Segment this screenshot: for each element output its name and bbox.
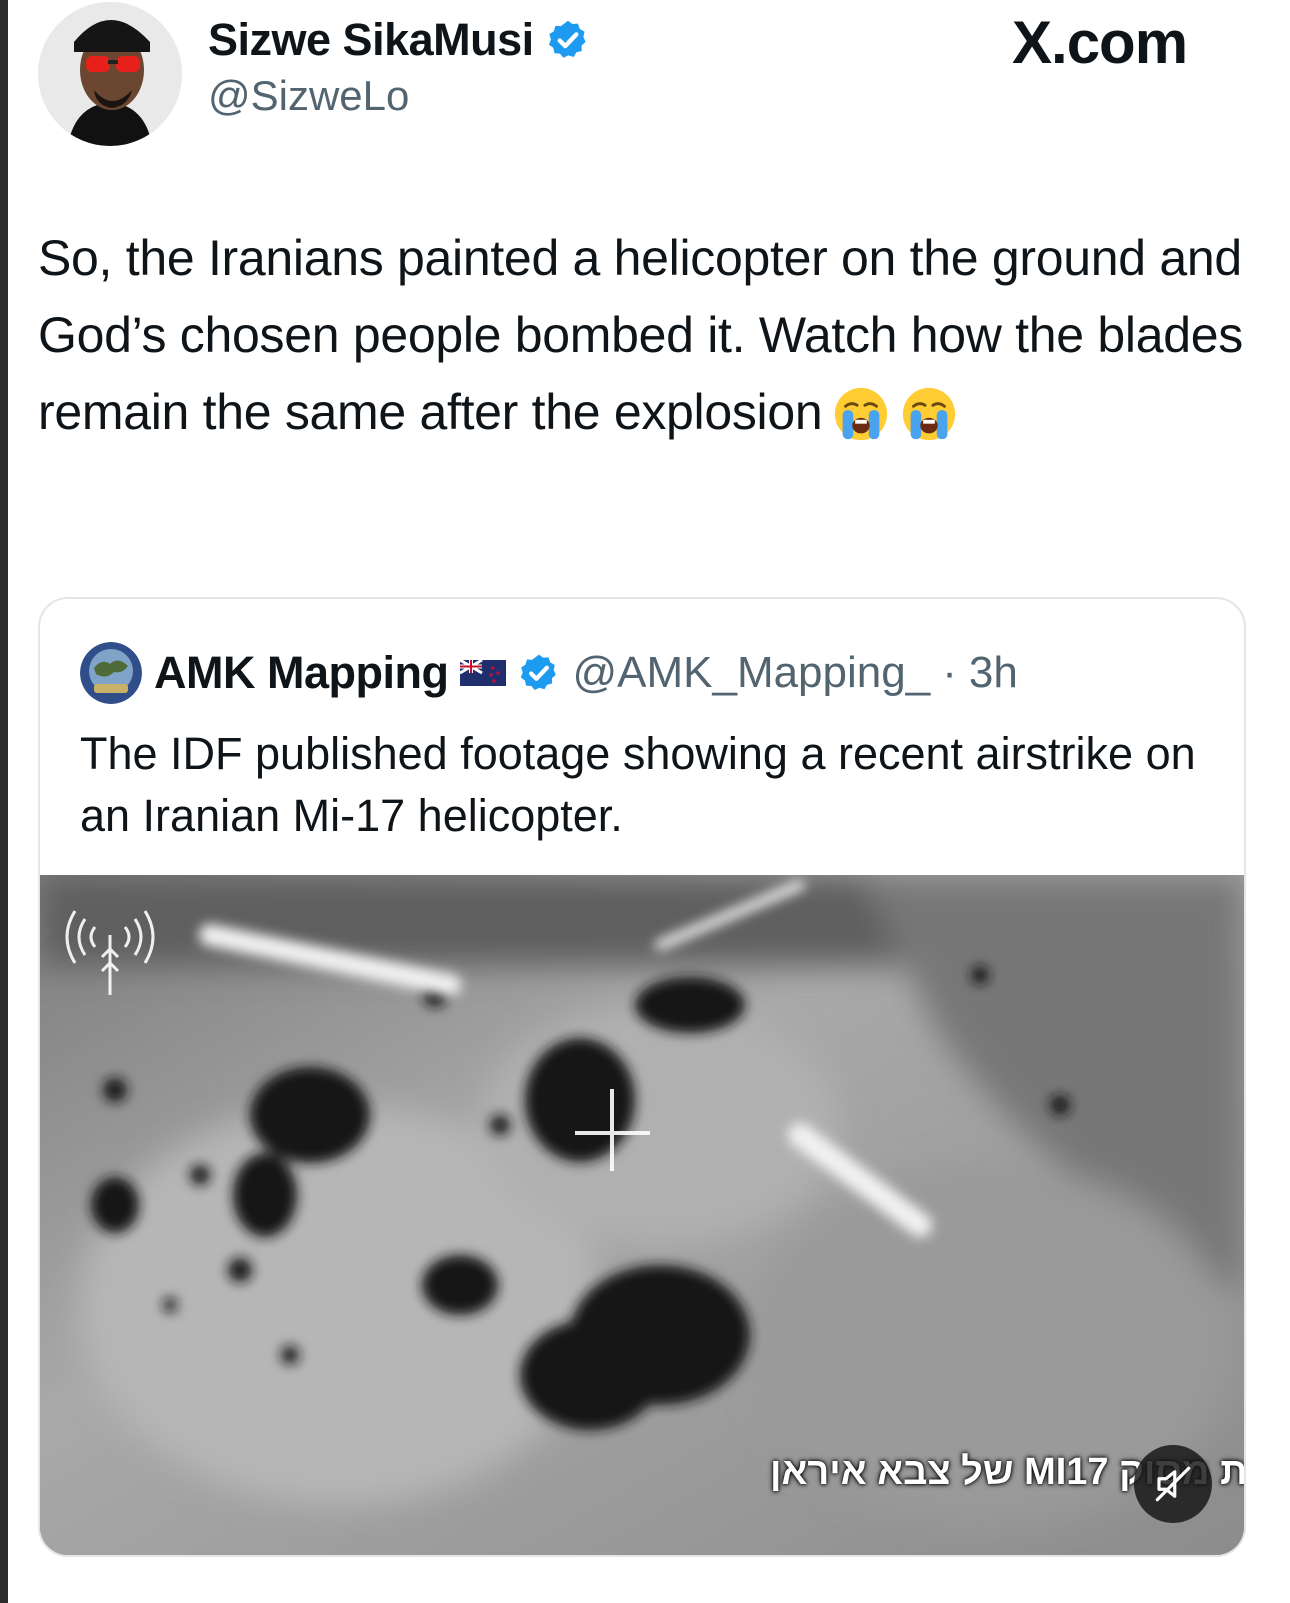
- quoted-tweet-card[interactable]: AMK Mapping @AMK_Mapping_ · 3h The IDF p…: [38, 597, 1246, 1557]
- quoted-tweet-header: AMK Mapping @AMK_Mapping_ · 3h: [80, 642, 1018, 704]
- quoted-author-handle[interactable]: @AMK_Mapping_: [572, 648, 930, 698]
- quoted-author-avatar[interactable]: [80, 642, 142, 704]
- quoted-tweet-time[interactable]: 3h: [969, 648, 1018, 698]
- author-avatar[interactable]: [38, 2, 182, 146]
- verified-badge-icon: [546, 18, 590, 62]
- tweet-body: So, the Iranians painted a helicopter on…: [38, 230, 1243, 440]
- mute-toggle-button[interactable]: [1134, 1445, 1212, 1523]
- quoted-tweet-video[interactable]: תקיפת מסוק MI17 של צבא איראן: [40, 875, 1244, 1555]
- quoted-tweet-text: The IDF published footage showing a rece…: [80, 728, 1196, 841]
- author-display-name[interactable]: Sizwe SikaMusi: [208, 14, 534, 66]
- left-window-edge: [0, 0, 8, 1603]
- muted-speaker-icon: [1155, 1466, 1191, 1502]
- loudly-crying-face-icon: [900, 385, 958, 443]
- new-zealand-flag-icon: [459, 658, 507, 686]
- quoted-author-name[interactable]: AMK Mapping: [154, 647, 449, 699]
- loudly-crying-face-icon: [832, 385, 890, 443]
- author-handle[interactable]: @SizweLo: [208, 72, 409, 120]
- verified-badge-icon: [518, 652, 560, 694]
- meta-separator: ·: [942, 648, 957, 697]
- tweet-text: So, the Iranians painted a helicopter on…: [38, 220, 1268, 451]
- author-name-row: Sizwe SikaMusi: [208, 14, 590, 66]
- site-watermark: X.com: [1012, 9, 1188, 76]
